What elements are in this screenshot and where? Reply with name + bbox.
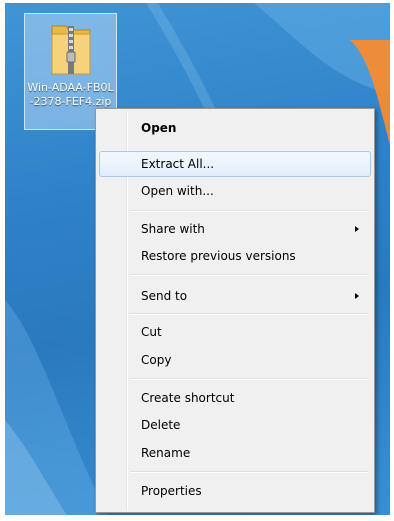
menu-item-cut-label: Cut bbox=[141, 325, 162, 339]
menu-separator bbox=[130, 313, 368, 315]
menu-item-open-with[interactable]: Open with... bbox=[99, 178, 371, 204]
menu-item-restore-previous-versions-label: Restore previous versions bbox=[141, 249, 296, 263]
menu-item-properties[interactable]: Properties bbox=[99, 478, 371, 504]
screenshot-border bbox=[0, 0, 5, 521]
menu-item-share-with[interactable]: Share with bbox=[99, 216, 371, 242]
menu-item-restore-previous-versions[interactable]: Restore previous versions bbox=[99, 243, 371, 269]
menu-item-rename-label: Rename bbox=[141, 446, 191, 460]
screenshot-border bbox=[0, 0, 394, 3]
zip-folder-icon bbox=[51, 25, 91, 75]
menu-item-copy[interactable]: Copy bbox=[99, 347, 371, 373]
menu-item-extract-all-label: Extract All... bbox=[141, 157, 215, 171]
menu-item-copy-label: Copy bbox=[141, 353, 172, 367]
menu-item-delete[interactable]: Delete bbox=[99, 412, 371, 438]
desktop-icon-label: Win-ADAA-FB0L-2378-FEF4.zip bbox=[27, 81, 114, 108]
menu-item-send-to-label: Send to bbox=[141, 289, 188, 303]
menu-separator bbox=[130, 210, 368, 212]
desktop[interactable]: Win-ADAA-FB0L-2378-FEF4.zip Open Extract… bbox=[0, 0, 394, 521]
chevron-right-icon bbox=[355, 226, 359, 232]
menu-separator bbox=[130, 274, 368, 276]
menu-separator bbox=[130, 378, 368, 380]
menu-item-open[interactable]: Open bbox=[99, 115, 371, 141]
context-menu: Open Extract All... Open with... Share w… bbox=[95, 108, 375, 513]
menu-item-cut[interactable]: Cut bbox=[99, 319, 371, 345]
menu-item-extract-all[interactable]: Extract All... bbox=[99, 151, 371, 177]
menu-item-rename[interactable]: Rename bbox=[99, 440, 371, 466]
menu-item-create-shortcut-label: Create shortcut bbox=[141, 391, 235, 405]
menu-item-share-with-label: Share with bbox=[141, 222, 205, 236]
menu-separator bbox=[130, 471, 368, 473]
chevron-right-icon bbox=[355, 293, 359, 299]
menu-item-delete-label: Delete bbox=[141, 418, 181, 432]
menu-item-create-shortcut[interactable]: Create shortcut bbox=[99, 385, 371, 411]
screenshot-border bbox=[390, 0, 394, 521]
menu-item-send-to[interactable]: Send to bbox=[99, 283, 371, 309]
menu-item-properties-label: Properties bbox=[141, 484, 202, 498]
menu-item-open-with-label: Open with... bbox=[141, 184, 214, 198]
menu-item-open-label: Open bbox=[141, 121, 177, 135]
screenshot-border bbox=[0, 515, 394, 521]
